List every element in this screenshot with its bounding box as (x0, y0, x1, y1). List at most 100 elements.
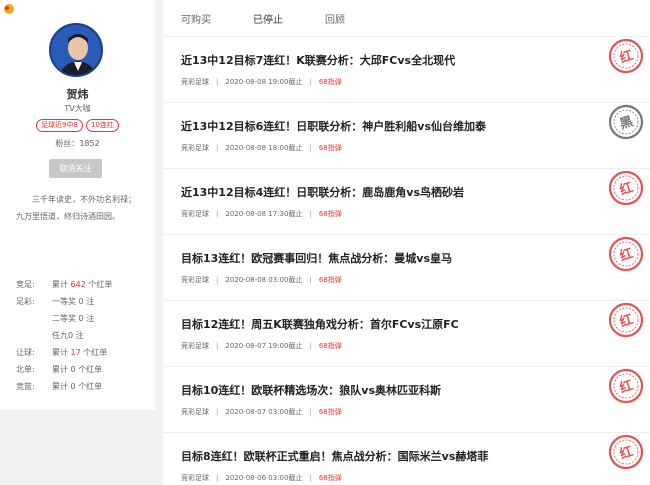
list-item[interactable]: 目标12连红！周五K联赛独角戏分析：首尔FCvs江原FC 竞彩足球 | 2020-08… (163, 301, 650, 367)
stat-label: 足彩: (16, 297, 35, 306)
article-price: 68指弹 (318, 78, 342, 86)
stat-value: 17 (70, 348, 81, 357)
article-deadline: 2020-08-08 19:00截止 (225, 78, 303, 86)
red-result-stamp-icon: 红 (608, 434, 644, 470)
main-content: 可购买 已停止 回顾 近13中12目标7连红！K联赛分析：大邱FCvs全北现代竞… (163, 0, 650, 485)
page: 贺炜 TV大咖 足球近9中8 10连红 粉丝：1852 取消关注 三千年读史，不… (0, 0, 650, 485)
list-item[interactable]: 目标8连红！欧联杯正式重启！焦点战分析：国际米兰vs赫塔菲 竞彩足球 | 2020-0… (163, 433, 650, 485)
stat-row: 北单: 累计 0 个红单 (16, 361, 151, 378)
profile-sidebar: 贺炜 TV大咖 足球近9中8 10连红 粉丝：1852 取消关注 三千年读史，不… (0, 0, 155, 410)
logo-icon (4, 4, 14, 14)
stamp-label: 红 (618, 443, 635, 462)
separator: | (309, 276, 312, 284)
article-title[interactable]: 目标10连红！欧联杯精选场次：狼队vs奥林匹亚科斯 (181, 382, 441, 398)
separator: | (216, 78, 219, 86)
tab-review[interactable]: 回顾 (325, 11, 397, 26)
stamp-label: 黑 (618, 114, 635, 132)
article-title[interactable]: 目标12连红！周五K联赛独角戏分析：首尔FCvs江原FC (181, 316, 459, 332)
article-meta: 竞彩足球 | 2020-08-08 03:00截止 | 68指弹 (181, 275, 342, 285)
separator: | (309, 144, 312, 152)
profile-subtitle: TV大咖 (64, 104, 91, 113)
unfollow-button[interactable]: 取消关注 (49, 159, 102, 178)
article-list: 近13中12目标7连红！K联赛分析：大邱FCvs全北现代 竞彩足球 | 2020-08… (163, 37, 650, 485)
fans-label: 粉丝： (55, 139, 80, 148)
red-result-stamp-icon: 红 (608, 170, 644, 206)
article-meta: 竞彩足球 | 2020-08-08 17:30截止 | 68指弹 (181, 209, 342, 219)
stat-value: 0 (78, 314, 84, 323)
separator: | (309, 210, 312, 218)
black-result-stamp-icon: 黑 (608, 104, 644, 140)
article-deadline: 2020-08-07 03:00截止 (225, 408, 303, 416)
separator: | (216, 342, 219, 350)
badge-group: 足球近9中8 10连红 (0, 119, 155, 132)
stat-label: 让球: (16, 348, 35, 357)
article-category: 竞彩足球 (181, 342, 209, 350)
list-item[interactable]: 近13中12目标7连红！K联赛分析：大邱FCvs全北现代竞彩足球 | 2020-08… (163, 37, 650, 103)
stat-value: 0 (70, 382, 76, 391)
stat-row: 竞篮: 累计 0 个红单 (16, 378, 151, 395)
article-price: 68指弹 (318, 276, 342, 284)
tab-stopped[interactable]: 已停止 (253, 11, 325, 26)
streak-badge: 10连红 (86, 119, 119, 132)
article-price: 68指弹 (318, 144, 342, 152)
stat-row: 二等奖 0 注 (16, 310, 151, 327)
stamp-label: 红 (618, 47, 635, 66)
list-item[interactable]: 近13中12目标6连红！日职联分析：神户胜利船vs仙台维加泰 竞彩足球 | 2020-… (163, 103, 650, 169)
avatar[interactable] (49, 23, 103, 77)
fans-count: 粉丝：1852 (0, 138, 155, 149)
article-category: 竞彩足球 (181, 276, 209, 284)
tab-available[interactable]: 可购买 (181, 11, 253, 26)
article-category: 竞彩足球 (181, 78, 209, 86)
article-meta: 竞彩足球 | 2020-08-07 19:00截止 | 68指弹 (181, 341, 342, 351)
separator: | (309, 78, 312, 86)
stat-prefix: 累计 (52, 365, 68, 374)
fans-value: 1852 (79, 139, 100, 148)
article-deadline: 2020-08-07 19:00截止 (225, 342, 303, 350)
article-price: 68指弹 (318, 342, 342, 350)
profile-bio: 三千年读史，不外功名利禄；九万里悟道，终归诗酒田园。 (16, 195, 136, 221)
article-meta: 竞彩足球 | 2020-08-07 03:00截止 | 68指弹 (181, 407, 342, 417)
stat-row: 任九0 注 (16, 327, 151, 344)
stat-label (16, 310, 52, 327)
article-category: 竞彩足球 (181, 408, 209, 416)
article-title[interactable]: 目标8连红！欧联杯正式重启！焦点战分析：国际米兰vs赫塔菲 (181, 448, 488, 464)
stat-prefix: 任九 (52, 331, 68, 340)
stat-label: 北单: (16, 365, 35, 374)
article-title[interactable]: 近13中12目标4连红！日职联分析：鹿岛鹿角vs鸟栖砂岩 (181, 184, 464, 200)
article-category: 竞彩足球 (181, 474, 209, 482)
stat-label (16, 327, 52, 344)
stat-suffix: 个红单 (78, 382, 103, 391)
stat-value: 642 (70, 280, 86, 289)
red-result-stamp-icon: 红 (608, 236, 644, 272)
separator: | (309, 408, 312, 416)
article-meta: 竞彩足球 | 2020-08-08 19:00截止 | 68指弹 (181, 77, 342, 87)
article-deadline: 2020-08-08 03:00截止 (225, 276, 303, 284)
stats-list: 竞足: 累计 642 个红单 足彩: 一等奖 0 注 二等奖 0 注 任九0 注… (16, 276, 151, 395)
stat-prefix: 二等奖 (52, 314, 76, 323)
separator: | (309, 342, 312, 350)
stamp-label: 红 (618, 179, 635, 198)
red-result-stamp-icon: 红 (608, 302, 644, 338)
record-badge: 足球近9中8 (36, 119, 83, 132)
list-item[interactable]: 近13中12目标4连红！日职联分析：鹿岛鹿角vs鸟栖砂岩竞彩足球 | 2020-08… (163, 169, 650, 235)
article-title[interactable]: 目标13连红！欧冠赛事回归！焦点战分析：曼城vs皇马 (181, 250, 452, 266)
stat-prefix: 累计 (52, 348, 68, 357)
stat-value: 0 (68, 331, 74, 340)
separator: | (216, 210, 219, 218)
avatar-image (51, 25, 101, 75)
article-deadline: 2020-08-08 18:00截止 (225, 144, 303, 152)
stat-row: 足彩: 一等奖 0 注 (16, 293, 151, 310)
red-result-stamp-icon: 红 (608, 38, 644, 74)
stat-suffix: 注 (86, 314, 95, 323)
article-title[interactable]: 近13中12目标7连红！K联赛分析：大邱FCvs全北现代 (181, 52, 455, 68)
list-item[interactable]: 目标13连红！欧冠赛事回归！焦点战分析：曼城vs皇马竞彩足球 | 2020-08-0… (163, 235, 650, 301)
stat-prefix: 累计 (52, 280, 68, 289)
article-price: 68指弹 (318, 474, 342, 482)
list-item[interactable]: 目标10连红！欧联杯精选场次：狼队vs奥林匹亚科斯竞彩足球 | 2020-08-07… (163, 367, 650, 433)
stat-label: 竞足: (16, 280, 35, 289)
stamp-label: 红 (618, 245, 635, 264)
stat-row: 让球: 累计 17 个红单 (16, 344, 151, 361)
stat-suffix: 个红单 (88, 280, 113, 289)
article-title[interactable]: 近13中12目标6连红！日职联分析：神户胜利船vs仙台维加泰 (181, 118, 486, 134)
stat-row: 竞足: 累计 642 个红单 (16, 276, 151, 293)
